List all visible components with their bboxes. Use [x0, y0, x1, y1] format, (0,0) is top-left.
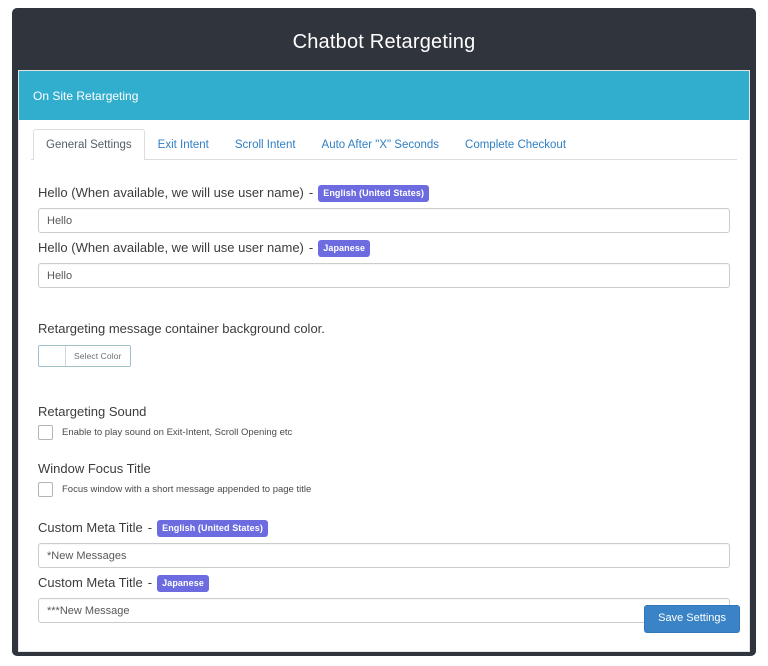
meta-title-english-label-text: Custom Meta Title: [38, 517, 143, 539]
select-color-button[interactable]: Select Color: [38, 345, 131, 367]
retargeting-sound-row: Enable to play sound on Exit-Intent, Scr…: [38, 425, 730, 440]
greeting-japanese-language-badge: Japanese: [318, 240, 370, 257]
greeting-english-language-badge: English (United States): [318, 185, 429, 202]
window-focus-row: Focus window with a short message append…: [38, 482, 730, 497]
spacer: [31, 375, 737, 403]
meta-title-japanese-label: Custom Meta Title - Japanese: [38, 572, 730, 594]
retargeting-sound-checkbox-label: Enable to play sound on Exit-Intent, Scr…: [62, 427, 292, 439]
window-focus-checkbox-label: Focus window with a short message append…: [62, 484, 311, 496]
meta-title-japanese-language-badge: Japanese: [157, 575, 209, 592]
meta-title-english-input[interactable]: [38, 543, 730, 568]
spacer: [31, 444, 737, 460]
window-focus-title: Window Focus Title: [38, 460, 730, 478]
retargeting-sound-title: Retargeting Sound: [38, 403, 730, 421]
window-focus-checkbox[interactable]: [38, 482, 53, 497]
panel-body: General Settings Exit Intent Scroll Inte…: [19, 120, 749, 651]
panel-heading: On Site Retargeting: [19, 71, 749, 120]
meta-title-english-label: Custom Meta Title - English (United Stat…: [38, 517, 730, 539]
field-group-greeting-english: Hello (When available, we will use user …: [31, 182, 737, 233]
tab-bar: General Settings Exit Intent Scroll Inte…: [31, 129, 737, 160]
field-group-greeting-japanese: Hello (When available, we will use user …: [31, 237, 737, 288]
greeting-japanese-separator: -: [309, 237, 313, 259]
greeting-english-input[interactable]: [38, 208, 730, 233]
meta-title-english-separator: -: [148, 517, 152, 539]
retargeting-sound-checkbox[interactable]: [38, 425, 53, 440]
settings-card: On Site Retargeting General Settings Exi…: [18, 70, 750, 652]
meta-title-english-language-badge: English (United States): [157, 520, 268, 537]
meta-title-japanese-label-text: Custom Meta Title: [38, 572, 143, 594]
tab-auto-after-x-seconds[interactable]: Auto After "X" Seconds: [309, 129, 452, 160]
app-window: Chatbot Retargeting On Site Retargeting …: [12, 8, 756, 656]
spacer: [31, 292, 737, 320]
greeting-japanese-input[interactable]: [38, 263, 730, 288]
greeting-japanese-label-text: Hello (When available, we will use user …: [38, 237, 304, 259]
background-color-label: Retargeting message container background…: [38, 320, 730, 338]
color-swatch: [39, 346, 66, 366]
select-color-button-label: Select Color: [66, 346, 130, 366]
tab-general-settings[interactable]: General Settings: [33, 129, 145, 160]
field-group-meta-title-english: Custom Meta Title - English (United Stat…: [31, 517, 737, 568]
greeting-english-label-text: Hello (When available, we will use user …: [38, 182, 304, 204]
spacer: [31, 501, 737, 517]
greeting-japanese-label: Hello (When available, we will use user …: [38, 237, 730, 259]
meta-title-japanese-separator: -: [148, 572, 152, 594]
save-settings-button[interactable]: Save Settings: [644, 605, 740, 633]
greeting-english-label: Hello (When available, we will use user …: [38, 182, 730, 204]
tab-exit-intent[interactable]: Exit Intent: [145, 129, 222, 160]
page-title: Chatbot Retargeting: [12, 8, 756, 54]
greeting-english-separator: -: [309, 182, 313, 204]
field-group-retargeting-sound: Retargeting Sound Enable to play sound o…: [31, 403, 737, 440]
field-group-background-color: Retargeting message container background…: [31, 320, 737, 371]
tab-scroll-intent[interactable]: Scroll Intent: [222, 129, 309, 160]
tab-complete-checkout[interactable]: Complete Checkout: [452, 129, 579, 160]
field-group-window-focus-title: Window Focus Title Focus window with a s…: [31, 460, 737, 497]
footer: Save Settings: [18, 605, 750, 645]
